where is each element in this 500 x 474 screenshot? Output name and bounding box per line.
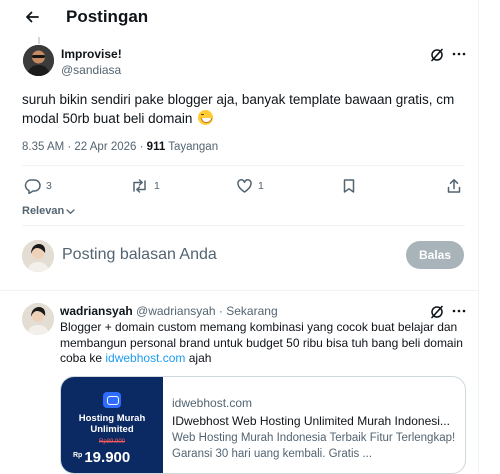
reply-input[interactable]: Posting balasan Anda [62,244,392,268]
reply-link[interactable]: idwebhost.com [105,351,185,365]
reply-count: 3 [46,180,52,192]
author-handle[interactable]: @sandiasa [61,63,121,77]
sort-replies-dropdown[interactable]: Relevan [22,205,75,218]
reply-icon [24,179,41,194]
thumbnail-old-price: Rp89.900 [98,439,126,445]
post-text: suruh bikin sendiri pake blogger aja, ba… [22,90,472,128]
thumbnail-price-value: 19.900 [84,449,131,466]
reply-author[interactable]: wadriansyah @wadriansyah · Sekarang [60,304,278,318]
link-preview-card[interactable]: Hosting Murah Unlimited Rp89.900 Rp 19.90… [60,376,466,474]
like-action[interactable]: 1 [236,177,264,195]
bookmark-icon [343,179,355,193]
top-bar: Postingan [0,0,479,34]
more-horizontal-icon [452,309,466,313]
link-preview-body: idwebhost.com IDwebhost Web Hosting Unli… [172,377,462,473]
more-horizontal-icon [452,52,466,56]
grinning-face-icon [198,110,214,125]
page-title: Postingan [66,7,149,26]
grok-icon [431,48,443,62]
arrow-left-icon [26,11,39,23]
reply-action[interactable]: 3 [24,177,52,195]
more-options-button[interactable] [451,304,467,318]
post-actions: 3 1 1 [0,175,479,197]
divider [22,225,465,226]
repost-action[interactable]: 1 [130,177,160,195]
share-action[interactable] [446,177,462,195]
post-timestamp[interactable]: 8.35 AM · 22 Apr 2026 · [22,141,147,153]
link-preview-domain: idwebhost.com [172,396,253,410]
repost-count: 1 [154,180,160,192]
repost-icon [133,179,146,193]
thumbnail-price: Rp 19.900 [73,447,130,467]
post-meta: 8.35 AM · 22 Apr 2026 · 911 Tayangan [22,140,218,154]
reply-author-handle: @wadriansyah · Sekarang [132,304,278,318]
heart-icon [237,179,252,193]
post-detail-page: Postingan Improvise! @sandiasa suruh bik… [0,0,479,474]
sort-label: Relevan [22,205,65,217]
reply-author-name[interactable]: wadriansyah [60,304,133,318]
thumbnail-title: Hosting Murah Unlimited [78,413,146,435]
reply-text: Blogger + domain custom memang kombinasi… [60,320,470,367]
bookmark-action[interactable] [341,177,357,195]
thumbnail-currency: Rp [73,452,83,459]
views-label: Tayangan [165,141,219,153]
link-preview-thumbnail: Hosting Murah Unlimited Rp89.900 Rp 19.90… [61,377,163,473]
author-avatar[interactable] [23,45,54,76]
share-icon [447,179,461,193]
reply-author-avatar[interactable] [22,303,54,335]
like-count: 1 [258,180,264,192]
user-avatar[interactable] [22,240,54,272]
divider [22,165,465,166]
divider [0,290,479,291]
reply-text-tail: ajah [185,351,212,365]
link-preview-title: IDwebhost Web Hosting Unlimited Murah In… [172,414,450,428]
thread-connector [38,37,40,44]
post-text-content: suruh bikin sendiri pake blogger aja, ba… [22,92,455,126]
more-options-button[interactable] [451,47,467,61]
chevron-down-icon [66,209,75,215]
grok-button[interactable] [429,48,445,62]
grok-button[interactable] [429,305,445,319]
views-count: 911 [146,141,166,153]
link-preview-description: Web Hosting Murah Indonesia Terbaik Fitu… [172,432,456,460]
hosting-logo-icon [103,392,121,408]
back-button[interactable] [22,7,42,27]
author-name[interactable]: Improvise! [61,47,122,61]
reply-button[interactable]: Balas [406,241,464,269]
grok-icon [431,305,443,319]
